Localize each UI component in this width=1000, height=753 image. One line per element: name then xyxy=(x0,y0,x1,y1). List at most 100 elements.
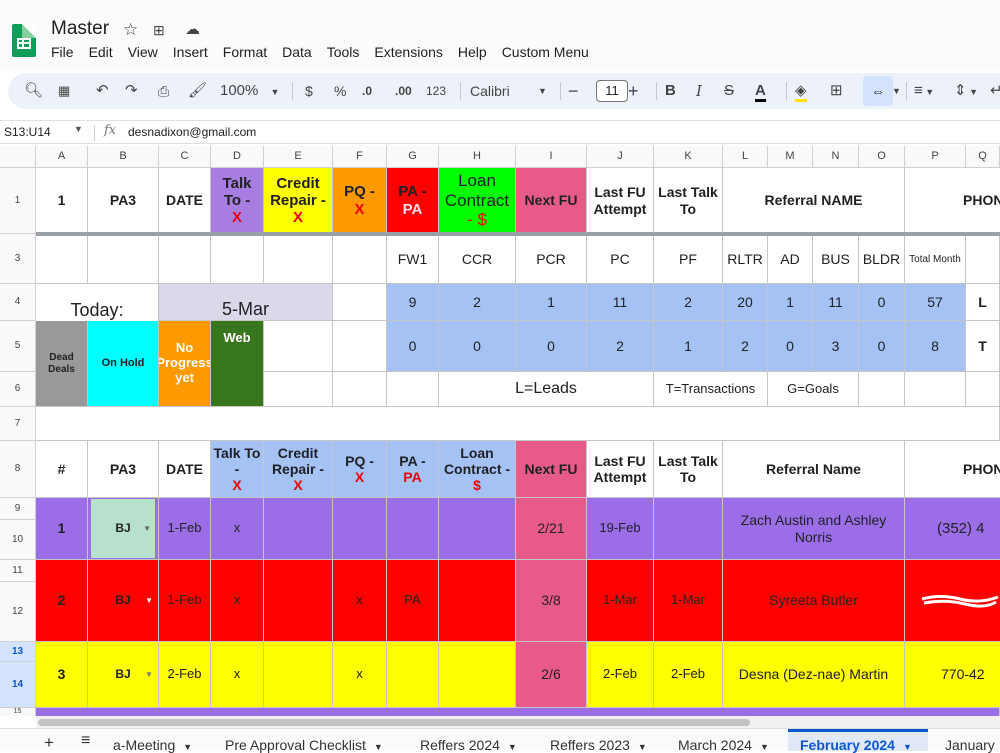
menu-view[interactable]: View xyxy=(128,44,158,60)
zoom-select[interactable]: 100% ▼ xyxy=(220,73,279,109)
row-header[interactable]: 6 xyxy=(0,372,36,407)
column-header[interactable]: D xyxy=(211,146,264,168)
row8-pa[interactable]: PA - PA xyxy=(387,441,439,498)
cell-empty[interactable] xyxy=(264,236,333,284)
row1-id[interactable]: 1 xyxy=(36,168,88,234)
row1-next-fu[interactable]: Next FU xyxy=(516,168,587,234)
deal-last-talk[interactable] xyxy=(654,498,723,560)
print-icon[interactable]: ⎙ xyxy=(158,73,169,109)
fill-color-icon[interactable]: ◈ xyxy=(795,73,807,109)
deal-loan[interactable] xyxy=(439,560,516,642)
star-icon[interactable]: ☆ xyxy=(123,20,138,40)
trans-value[interactable]: 2 xyxy=(587,321,654,372)
dropdown-arrow-icon[interactable]: ▼ xyxy=(145,596,153,605)
cell-empty[interactable] xyxy=(905,372,966,407)
sheets-logo-icon[interactable] xyxy=(12,24,36,57)
column-header[interactable]: A xyxy=(36,146,88,168)
leads-key[interactable]: L xyxy=(966,284,1000,321)
increase-decimal-button[interactable]: .00 xyxy=(395,73,412,109)
deal-phone[interactable]: (352) 4 xyxy=(905,498,1000,560)
row-header[interactable]: 5 xyxy=(0,321,36,372)
trans-value[interactable]: 0 xyxy=(768,321,813,372)
tab-reffers-2023[interactable]: Reffers 2023 ▼ xyxy=(550,737,647,753)
note-leads[interactable]: L=Leads xyxy=(439,372,654,407)
row8-next-fu[interactable]: Next FU xyxy=(516,441,587,498)
row8-loan-contract[interactable]: Loan Contract - $ xyxy=(439,441,516,498)
leads-value[interactable]: 11 xyxy=(813,284,859,321)
legend-no-progress[interactable]: No Progress yet xyxy=(159,321,211,407)
today-label[interactable]: Today: xyxy=(36,284,159,321)
deal-num[interactable]: 3 xyxy=(36,642,88,708)
borders-icon[interactable]: ⊞ xyxy=(830,73,843,109)
trans-value[interactable]: 0 xyxy=(439,321,516,372)
deal-talk[interactable]: x xyxy=(211,560,264,642)
stat-label[interactable]: FW1 xyxy=(387,236,439,284)
row8-date[interactable]: DATE xyxy=(159,441,211,498)
column-header[interactable]: O xyxy=(859,146,905,168)
deal-credit[interactable] xyxy=(264,498,333,560)
deal-pq[interactable] xyxy=(333,498,387,560)
row8-credit-repair[interactable]: Credit Repair -X xyxy=(264,441,333,498)
legend-web[interactable]: Web xyxy=(211,321,264,407)
tab-february-2024[interactable]: February 2024 ▼ xyxy=(788,729,928,753)
deal-phone[interactable] xyxy=(905,560,1000,642)
deal-pa[interactable] xyxy=(387,498,439,560)
cell-empty[interactable] xyxy=(387,372,439,407)
column-header[interactable]: E xyxy=(264,146,333,168)
tab-reffers-2024[interactable]: Reffers 2024 ▼ xyxy=(420,737,517,753)
column-header[interactable]: M xyxy=(768,146,813,168)
bold-button[interactable]: B xyxy=(665,73,676,109)
deal-phone[interactable]: 770-42 xyxy=(905,642,1000,708)
stat-label[interactable]: CCR xyxy=(439,236,516,284)
number-format-button[interactable]: 123 xyxy=(426,73,446,109)
row-header[interactable]: 1 xyxy=(0,168,36,234)
dropdown-arrow-icon[interactable]: ▼ xyxy=(145,670,153,679)
formula-input[interactable]: desnadixon@gmail.com xyxy=(128,125,256,139)
deal-next-fu[interactable]: 2/6 xyxy=(516,642,587,708)
column-header[interactable]: G xyxy=(387,146,439,168)
search-menus-icon[interactable]: 🔍︎ xyxy=(24,73,43,109)
row-header[interactable]: 9 xyxy=(0,498,36,520)
trans-value[interactable]: 0 xyxy=(516,321,587,372)
deal-talk[interactable]: x xyxy=(211,642,264,708)
menu-edit[interactable]: Edit xyxy=(89,44,113,60)
row7-empty[interactable] xyxy=(36,407,1000,441)
column-header[interactable]: N xyxy=(813,146,859,168)
cell-empty[interactable] xyxy=(966,372,1000,407)
row1-pq[interactable]: PQ -X xyxy=(333,168,387,234)
trans-total[interactable]: 8 xyxy=(905,321,966,372)
deal-date[interactable]: 1-Feb xyxy=(159,498,211,560)
row8-talk-to[interactable]: Talk To -X xyxy=(211,441,264,498)
menu-help[interactable]: Help xyxy=(458,44,487,60)
cell-empty[interactable] xyxy=(333,321,387,372)
row1-pa[interactable]: PA - PA xyxy=(387,168,439,234)
deal-last-talk[interactable]: 2-Feb xyxy=(654,642,723,708)
column-header[interactable]: I xyxy=(516,146,587,168)
row-header[interactable]: 15 xyxy=(0,708,36,716)
row8-last-talk-to[interactable]: Last Talk To xyxy=(654,441,723,498)
stat-label[interactable]: AD xyxy=(768,236,813,284)
cell-empty[interactable] xyxy=(264,321,333,372)
row8-referral-name[interactable]: Referral Name xyxy=(723,441,905,498)
row1-date[interactable]: DATE xyxy=(159,168,211,234)
trans-value[interactable]: 0 xyxy=(859,321,905,372)
column-header[interactable]: J xyxy=(587,146,654,168)
row-header[interactable]: 3 xyxy=(0,234,36,284)
leads-value[interactable]: 2 xyxy=(439,284,516,321)
menu-custom[interactable]: Custom Menu xyxy=(502,44,589,60)
currency-button[interactable]: $ xyxy=(305,73,313,109)
deal-name[interactable]: Syreeta Butler xyxy=(723,560,905,642)
leads-value[interactable]: 1 xyxy=(516,284,587,321)
deal-last-fu[interactable]: 1-Mar xyxy=(587,560,654,642)
table-icon[interactable]: ▦ xyxy=(58,73,70,109)
row1-pa3[interactable]: PA3 xyxy=(88,168,159,234)
leads-value[interactable]: 1 xyxy=(768,284,813,321)
note-transactions[interactable]: T=Transactions xyxy=(654,372,768,407)
tab-january[interactable]: January xyxy=(945,737,995,753)
trans-value[interactable]: 2 xyxy=(723,321,768,372)
deal-pa3-cell[interactable]: BJ ▼ xyxy=(88,498,159,560)
column-header[interactable]: P xyxy=(905,146,966,168)
legend-on-hold[interactable]: On Hold xyxy=(88,321,159,407)
decrease-decimal-button[interactable]: .0 xyxy=(362,73,372,109)
menu-tools[interactable]: Tools xyxy=(327,44,360,60)
